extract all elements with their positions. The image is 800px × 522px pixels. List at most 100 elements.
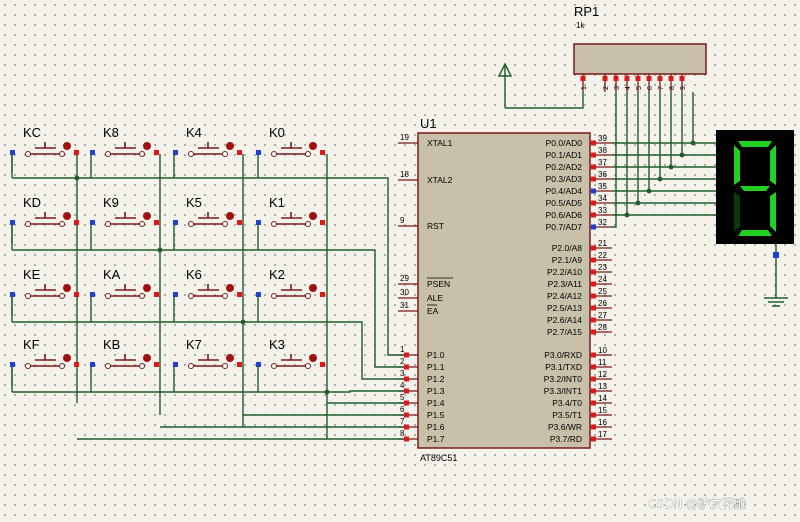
pin-number: 38 (598, 146, 607, 155)
key-label: K7 (186, 337, 202, 352)
pin-label: P1.2 (427, 374, 445, 384)
pin-label: P1.4 (427, 398, 445, 408)
pin-number: 35 (598, 182, 607, 191)
pin-number: 9 (400, 216, 405, 225)
display-digit-label: 9 (0, 0, 1, 1)
pin-label: P3.6/WR (548, 422, 582, 432)
key-k1[interactable]: K1 (256, 195, 325, 227)
key-label: K2 (269, 267, 285, 282)
pin-number: 24 (598, 275, 607, 284)
key-label: KD (23, 195, 41, 210)
resistor-pin: 4 (624, 74, 632, 92)
key-kd[interactable]: KD (10, 195, 79, 227)
pin-number: 13 (598, 382, 607, 391)
pin-label: P1.6 (427, 422, 445, 432)
resistor-pin-number: 8 (669, 86, 676, 90)
key-k2[interactable]: K2 (256, 267, 325, 299)
resistor-pin-number: 7 (658, 86, 665, 90)
key-k7[interactable]: K7 (173, 337, 242, 369)
pin-number: 14 (598, 394, 607, 403)
resistor-pin: 9 (679, 74, 687, 92)
resistor-pin: 5 (635, 74, 643, 92)
pin-number: 21 (598, 239, 607, 248)
pin-number: 15 (598, 406, 607, 415)
key-k5[interactable]: K5 (173, 195, 242, 227)
resistor-pin: 6 (646, 74, 654, 92)
resistor-pin: 3 (613, 74, 621, 92)
pin-label: P0.4/AD4 (546, 186, 583, 196)
key-k9[interactable]: K9 (90, 195, 159, 227)
key-label: KB (103, 337, 120, 352)
pin-number: 34 (598, 194, 607, 203)
pin-label: P2.6/A14 (547, 315, 582, 325)
resistor-pin-number: 1 (581, 86, 588, 90)
pin-number: 10 (598, 346, 607, 355)
pin-number: 36 (598, 170, 607, 179)
key-label: K3 (269, 337, 285, 352)
chip-part-label: AT89C51 (420, 453, 457, 463)
pin-label: P0.6/AD6 (546, 210, 583, 220)
key-kc[interactable]: KC (10, 125, 79, 157)
chip-ref-label: U1 (420, 116, 437, 131)
resistor-pin-number: 3 (614, 86, 621, 90)
key-label: K1 (269, 195, 285, 210)
key-kb[interactable]: KB (90, 337, 159, 369)
display-common-pin (773, 252, 779, 258)
pin-label: ALE (427, 293, 443, 303)
wire-net (11, 92, 716, 440)
key-ka[interactable]: KA (90, 267, 159, 299)
key-kf[interactable]: KF (10, 337, 79, 369)
resistor-pack-rp1[interactable]: RP1 1k 1 23456789 (573, 4, 707, 92)
schematic-canvas: U1 AT89C51 19XTAL118XTAL29RST29PSEN30ALE… (0, 0, 794, 511)
seven-segment-display[interactable]: 9 (0, 0, 794, 244)
pin-label: RST (427, 221, 444, 231)
pin-number: 27 (598, 311, 607, 320)
pin-number: 31 (400, 301, 409, 310)
microcontroller-u1[interactable]: U1 AT89C51 19 XTAL1 18 XTAL2 9 RST 29 PSEN 30 ALE… (398, 116, 612, 463)
pin-label: P2.0/A8 (552, 243, 583, 253)
pin-number: 25 (598, 287, 607, 296)
resistor-pin: 1 (580, 74, 588, 92)
key-label: KC (23, 125, 41, 140)
pin-label: P3.1/TXD (545, 362, 582, 372)
pin-number: 23 (598, 263, 607, 272)
pin-number: 12 (598, 370, 607, 379)
key-ke[interactable]: KE (10, 267, 79, 299)
pin-label: P2.4/A12 (547, 291, 582, 301)
segment-g (740, 186, 770, 191)
key-k6[interactable]: K6 (173, 267, 242, 299)
pin-label: P2.5/A13 (547, 303, 582, 313)
pin-label: P0.5/AD5 (546, 198, 583, 208)
pin-number: 33 (598, 206, 607, 215)
key-k0[interactable]: K0 (256, 125, 325, 157)
watermark-text: CSDN @驴友花雕 (648, 496, 746, 511)
key-k8[interactable]: K8 (90, 125, 159, 157)
pin-label: PSEN (427, 279, 450, 289)
pin-label: P2.7/A15 (547, 327, 582, 337)
pin-label: P1.7 (427, 434, 445, 444)
pin-number: 22 (598, 251, 607, 260)
key-label: KA (103, 267, 121, 282)
pin-label: P3.4/T0 (552, 398, 582, 408)
resistor-pin: 8 (668, 74, 676, 92)
pin-label: P2.2/A10 (547, 267, 582, 277)
pin-number: 19 (400, 133, 409, 142)
pin-label: P1.3 (427, 386, 445, 396)
pin-label: P3.5/T1 (552, 410, 582, 420)
pin-label: P0.2/AD2 (546, 162, 583, 172)
pin-number: 29 (400, 274, 409, 283)
key-k3[interactable]: K3 (256, 337, 325, 369)
pin-label: P1.5 (427, 410, 445, 420)
pin-number: 26 (598, 299, 607, 308)
pin-number: 30 (400, 288, 409, 297)
pin-label: P0.1/AD1 (546, 150, 583, 160)
resistor-pin-number: 2 (603, 86, 610, 90)
key-label: K0 (269, 125, 285, 140)
pin-label: P0.3/AD3 (546, 174, 583, 184)
key-k4[interactable]: K4 (173, 125, 242, 157)
segment-a (738, 141, 772, 147)
power-terminal-icon (497, 62, 584, 109)
resistor-pin-number: 4 (625, 86, 632, 90)
pin-number: 11 (598, 358, 607, 367)
pin-number: 39 (598, 134, 607, 143)
